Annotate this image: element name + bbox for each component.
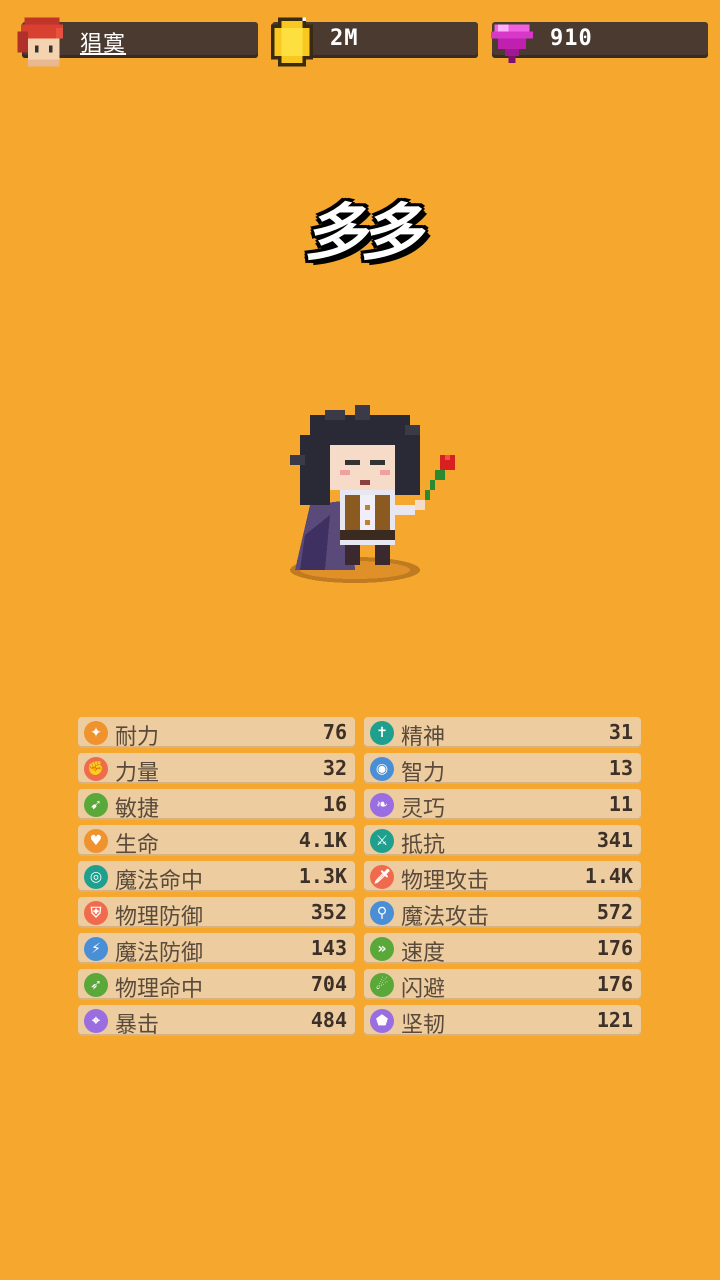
- gem-icon: [491, 24, 533, 63]
- stat-agility[interactable]: ➹ 敏捷 16: [78, 789, 355, 822]
- stat-label: 力量: [115, 761, 160, 786]
- stat-speed[interactable]: » 速度 176: [364, 933, 641, 966]
- player-profile[interactable]: 猖寞: [17, 17, 258, 67]
- stat-value: 16: [322, 792, 347, 816]
- stat-label: 魔法防御: [115, 941, 204, 966]
- stat-label: 耐力: [115, 725, 160, 750]
- stat-value: 704: [310, 972, 347, 996]
- resist-icon: ⚔: [370, 829, 394, 853]
- dexterity-icon: ❧: [370, 793, 394, 817]
- stat-dodge[interactable]: ☄ 闪避 176: [364, 969, 641, 1002]
- spirit-icon: ✝: [370, 721, 394, 745]
- stat-strength[interactable]: ✊ 力量 32: [78, 753, 355, 786]
- stat-dexterity[interactable]: ❧ 灵巧 11: [364, 789, 641, 822]
- stat-value: 1.4K: [584, 864, 633, 888]
- stat-life[interactable]: ♥ 生命 4.1K: [78, 825, 355, 858]
- stat-value: 1.3K: [298, 864, 347, 888]
- speed-icon: »: [370, 937, 394, 961]
- stat-magic-defense[interactable]: ⚡ 魔法防御 143: [78, 933, 355, 966]
- stat-value: 572: [596, 900, 633, 924]
- physical-hit-icon: ➶: [84, 973, 108, 997]
- stat-value: 484: [310, 1008, 347, 1032]
- hero-sprite[interactable]: [280, 405, 460, 590]
- toughness-icon: ⬟: [370, 1009, 394, 1033]
- stat-physical-hit[interactable]: ➶ 物理命中 704: [78, 969, 355, 1002]
- player-name: 猖寞: [80, 32, 127, 57]
- stat-toughness[interactable]: ⬟ 坚韧 121: [364, 1005, 641, 1038]
- stat-label: 坚韧: [401, 1013, 446, 1038]
- stat-label: 速度: [401, 941, 446, 966]
- stat-resist[interactable]: ⚔ 抵抗 341: [364, 825, 641, 858]
- stat-label: 灵巧: [401, 797, 446, 822]
- stat-magic-attack[interactable]: ⚲ 魔法攻击 572: [364, 897, 641, 930]
- stat-value: 4.1K: [298, 828, 347, 852]
- gem-counter[interactable]: 910: [491, 22, 708, 63]
- stat-label: 生命: [115, 833, 160, 858]
- stat-value: 176: [596, 936, 633, 960]
- crit-icon: ⌖: [84, 1009, 108, 1033]
- stat-value: 31: [608, 720, 633, 744]
- stat-spirit[interactable]: ✝ 精神 31: [364, 717, 641, 750]
- stat-physical-defense[interactable]: ⛨ 物理防御 352: [78, 897, 355, 930]
- stat-value: 121: [596, 1008, 633, 1032]
- stat-value: 11: [608, 792, 633, 816]
- stat-label: 敏捷: [115, 797, 160, 822]
- hero-name: 多多: [303, 196, 422, 269]
- stat-value: 176: [596, 972, 633, 996]
- magic-hit-icon: ◎: [84, 865, 108, 889]
- resource-bar: 猖寞 2M 910: [0, 0, 720, 80]
- gold-counter[interactable]: 2M: [271, 17, 478, 67]
- stat-label: 魔法攻击: [401, 905, 490, 930]
- stat-value: 352: [310, 900, 347, 924]
- stat-label: 魔法命中: [115, 869, 204, 894]
- stat-value: 32: [322, 756, 347, 780]
- physical-defense-icon: ⛨: [84, 901, 108, 925]
- stat-label: 闪避: [401, 977, 446, 1002]
- stat-label: 精神: [401, 725, 446, 750]
- stat-physical-attack[interactable]: 🗡 物理攻击 1.4K: [364, 861, 641, 894]
- stat-value: 13: [608, 756, 633, 780]
- agility-icon: ➹: [84, 793, 108, 817]
- stat-intellect[interactable]: ◉ 智力 13: [364, 753, 641, 786]
- stat-value: 143: [310, 936, 347, 960]
- stat-label: 抵抗: [401, 833, 446, 858]
- stat-crit[interactable]: ⌖ 暴击 484: [78, 1005, 355, 1038]
- stat-label: 物理防御: [115, 905, 204, 930]
- stat-label: 物理命中: [115, 977, 204, 1002]
- stamina-icon: ✦: [84, 721, 108, 745]
- magic-attack-icon: ⚲: [370, 901, 394, 925]
- heart-icon: ♥: [84, 829, 108, 853]
- stat-label: 物理攻击: [401, 869, 490, 894]
- stat-label: 暴击: [115, 1013, 160, 1038]
- magic-defense-icon: ⚡: [84, 937, 108, 961]
- stat-value: 76: [322, 720, 347, 744]
- avatar-icon: [17, 17, 63, 67]
- stat-label: 智力: [401, 761, 446, 786]
- stat-stamina[interactable]: ✦ 耐力 76: [78, 717, 355, 750]
- physical-attack-icon: 🗡: [370, 865, 394, 889]
- stat-value: 341: [596, 828, 633, 852]
- gem-value: 910: [550, 26, 593, 51]
- intellect-icon: ◉: [370, 757, 394, 781]
- stat-magic-hit[interactable]: ◎ 魔法命中 1.3K: [78, 861, 355, 894]
- dodge-icon: ☄: [370, 973, 394, 997]
- gold-value: 2M: [330, 26, 359, 51]
- strength-icon: ✊: [84, 757, 108, 781]
- gold-coin-icon: [271, 17, 313, 67]
